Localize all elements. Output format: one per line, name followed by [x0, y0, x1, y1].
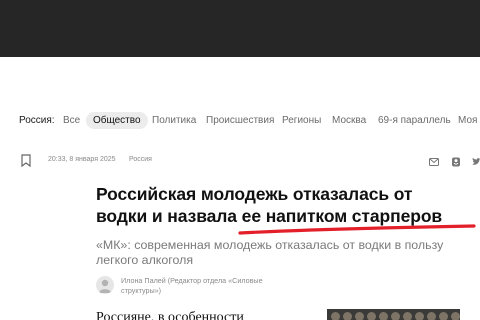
nav-item-politics[interactable]: Политика — [152, 115, 196, 126]
article-photo[interactable] — [327, 309, 460, 320]
nav-item-incidents[interactable]: Происшествия — [206, 115, 274, 126]
nav-item-all[interactable]: Все — [63, 115, 80, 126]
author-avatar — [96, 276, 114, 294]
article-subtitle-line-1: «МК»: современная молодежь отказалась от… — [96, 238, 444, 252]
section-nav: Россия: Все Общество Политика Происшеств… — [0, 111, 480, 133]
article-title: Российская молодежь отказалась от водки … — [96, 183, 480, 227]
author-name-line-2: структуры») — [121, 286, 162, 295]
article-title-line-2: водки и назвала ее напитком старперов — [96, 206, 443, 226]
twitter-icon[interactable] — [472, 154, 480, 172]
author-name-line-1: Илона Палей (Редактор отдела «Силовые — [121, 276, 263, 285]
article-subtitle-line-2: легкого алкоголя — [96, 253, 194, 267]
bookmark-icon[interactable] — [21, 154, 31, 172]
article-date: 20:33, 8 января 2025 — [48, 156, 116, 163]
author-name: Илона Палей (Редактор отдела «Силовые ст… — [121, 276, 301, 296]
odnoklassniki-icon[interactable] — [451, 154, 461, 172]
nav-item-moscow[interactable]: Москва — [332, 115, 366, 126]
article-subtitle: «МК»: современная молодежь отказалась от… — [96, 238, 476, 268]
nav-item-regions[interactable]: Регионы — [282, 115, 321, 126]
article-title-line-1: Российская молодежь отказалась от — [96, 184, 413, 204]
highlight-underline — [238, 224, 476, 235]
nav-item-society[interactable]: Общество — [86, 112, 148, 129]
article-lead: Россияне, в особенности — [96, 310, 244, 320]
article-meta: 20:33, 8 января 2025 Россия — [0, 154, 480, 168]
mail-icon[interactable] — [429, 154, 439, 172]
nav-item-my-city[interactable]: Моя с — [458, 115, 480, 126]
author-block[interactable]: Илона Палей (Редактор отдела «Силовые ст… — [96, 275, 316, 299]
nav-region-label: Россия: — [19, 115, 55, 126]
site-header-bar — [0, 0, 480, 57]
article-rubric[interactable]: Россия — [129, 156, 152, 163]
nav-item-69-parallel[interactable]: 69-я параллель — [378, 115, 451, 126]
